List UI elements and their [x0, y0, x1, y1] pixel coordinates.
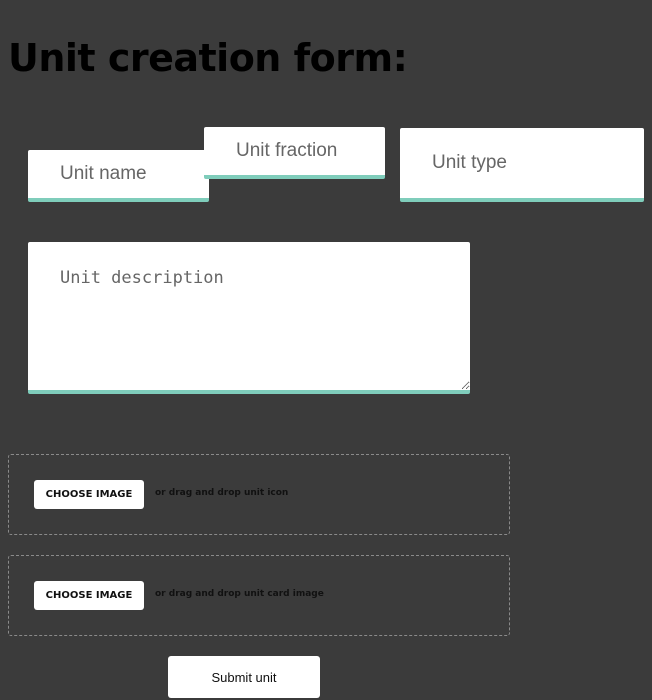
unit-card-drop-hint: or drag and drop unit card image: [155, 589, 324, 599]
page-title: Unit creation form:: [8, 36, 408, 80]
choose-icon-image-button[interactable]: CHOOSE IMAGE: [34, 480, 144, 509]
unit-description-textarea[interactable]: [28, 242, 470, 394]
unit-name-input[interactable]: [28, 150, 209, 202]
unit-icon-dropzone[interactable]: CHOOSE IMAGE or drag and drop unit icon: [8, 454, 510, 535]
unit-card-dropzone[interactable]: CHOOSE IMAGE or drag and drop unit card …: [8, 555, 510, 636]
submit-unit-button[interactable]: Submit unit: [168, 656, 320, 698]
unit-type-input[interactable]: [400, 128, 644, 202]
unit-fraction-input[interactable]: [204, 127, 385, 179]
choose-card-image-button[interactable]: CHOOSE IMAGE: [34, 581, 144, 610]
unit-icon-drop-hint: or drag and drop unit icon: [155, 488, 289, 498]
